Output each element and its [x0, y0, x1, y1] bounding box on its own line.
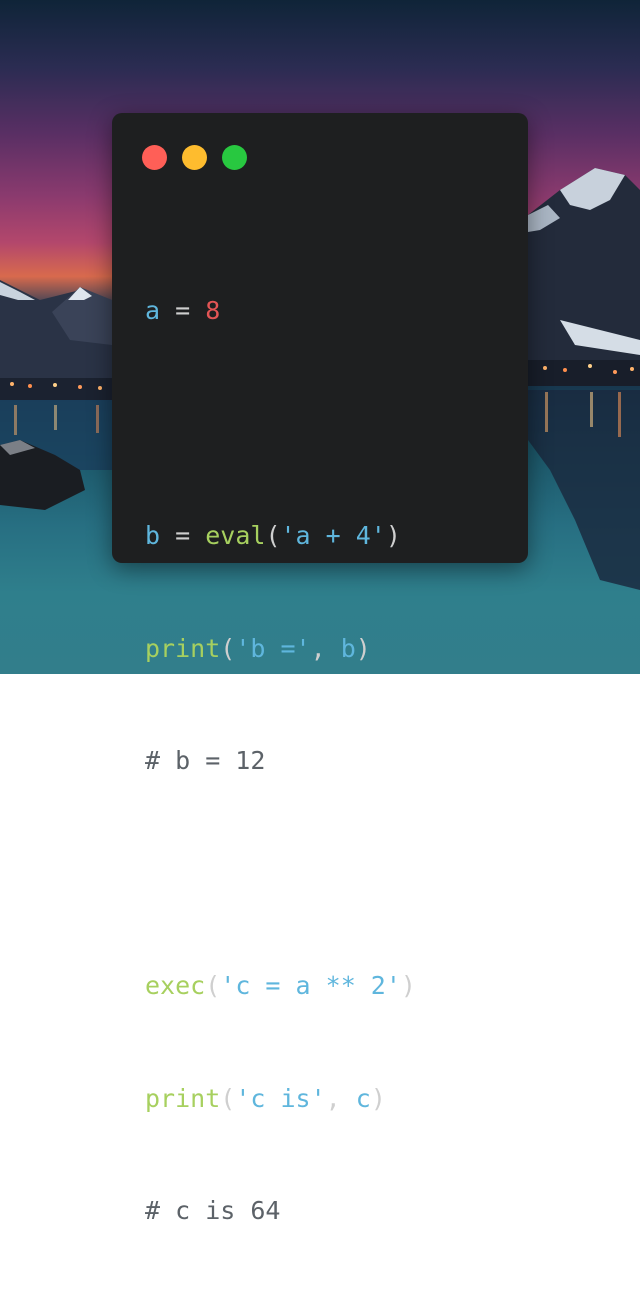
- zoom-dot-icon[interactable]: [222, 145, 247, 170]
- window-controls: [142, 145, 247, 170]
- code-window: a = 8 b = eval('a + 4') print('b =', b) …: [112, 113, 528, 1225]
- code-line-6: print('c is', c): [145, 1083, 386, 1113]
- close-dot-icon[interactable]: [142, 145, 167, 170]
- code-comment-1: # b = 12: [145, 746, 266, 775]
- minimize-dot-icon[interactable]: [182, 145, 207, 170]
- code-block: a = 8 b = eval('a + 4') print('b =', b) …: [145, 217, 416, 1305]
- code-line-1: a = 8: [145, 296, 221, 325]
- code-comment-2: # c is 64: [145, 1196, 281, 1225]
- code-line-5: exec('c = a ** 2'): [145, 971, 416, 1000]
- code-line-2: b = eval('a + 4'): [145, 521, 401, 550]
- code-line-3: print('b =', b): [145, 633, 371, 663]
